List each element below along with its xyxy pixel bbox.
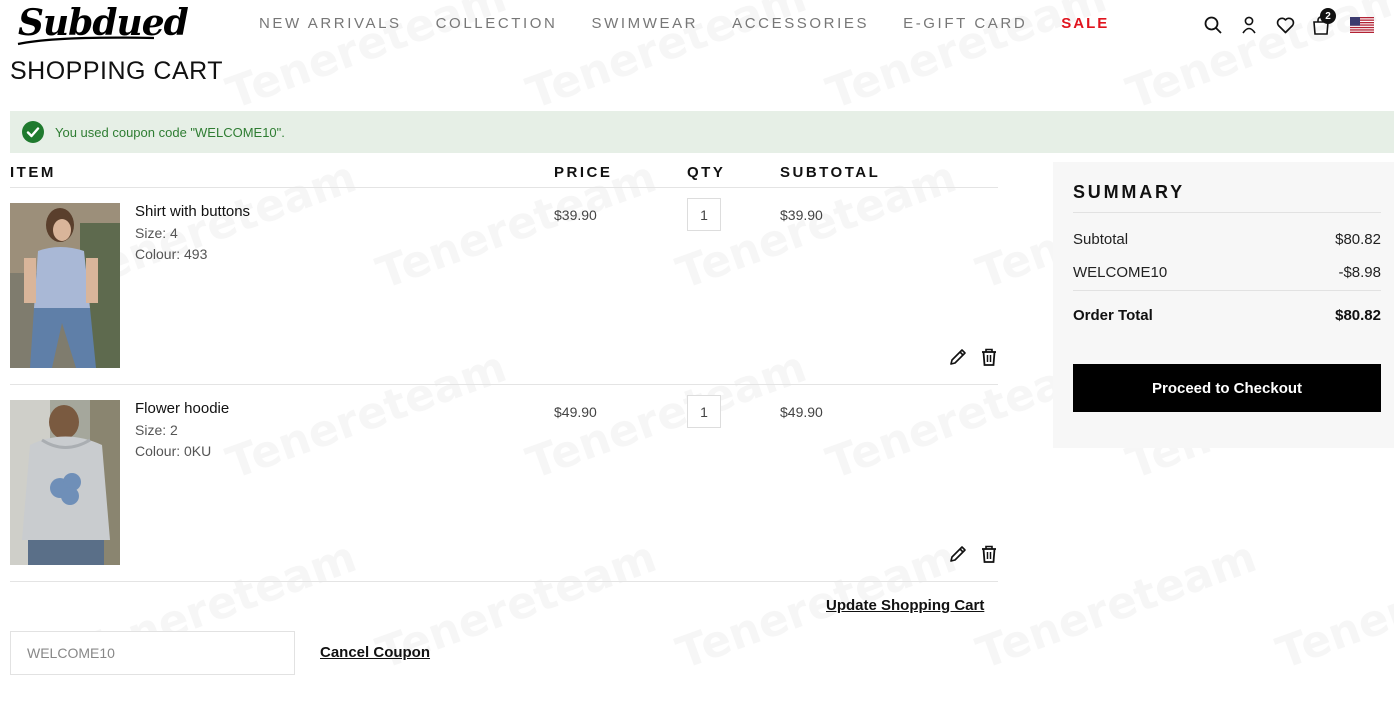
- cart-icon[interactable]: 2: [1308, 8, 1336, 38]
- delete-trash-icon[interactable]: [980, 544, 998, 564]
- main-nav: NEW ARRIVALS COLLECTION SWIMWEAR ACCESSO…: [259, 15, 1143, 32]
- cart-count-badge: 2: [1320, 8, 1336, 24]
- summary-subtotal-label: Subtotal: [1073, 231, 1129, 248]
- order-total-label: Order Total: [1073, 307, 1153, 324]
- cancel-coupon-button[interactable]: Cancel Coupon: [320, 644, 430, 661]
- summary-divider: [1073, 290, 1381, 291]
- cart-table: ITEM PRICE QTY SUBTOTAL Shirt with butto…: [10, 160, 998, 582]
- product-image-hoodie[interactable]: [10, 400, 120, 565]
- column-header-subtotal: SUBTOTAL: [780, 164, 881, 181]
- check-circle-icon: [22, 121, 44, 143]
- site-header: Subdued NEW ARRIVALS COLLECTION SWIMWEAR…: [0, 0, 1394, 50]
- product-size: Size: 2: [135, 422, 178, 438]
- nav-collection[interactable]: COLLECTION: [436, 15, 558, 32]
- us-flag-icon[interactable]: [1350, 17, 1374, 33]
- summary-subtotal-value: $80.82: [1335, 231, 1381, 248]
- table-header: ITEM PRICE QTY SUBTOTAL: [10, 160, 998, 188]
- order-total-value: $80.82: [1335, 307, 1381, 324]
- product-image-shirt[interactable]: [10, 203, 120, 368]
- watermark: Tenereteam: [970, 531, 1263, 679]
- product-subtotal: $49.90: [780, 404, 823, 420]
- message-text: You used coupon code "WELCOME10".: [55, 124, 285, 140]
- coupon-success-message: You used coupon code "WELCOME10".: [10, 111, 1394, 153]
- search-icon[interactable]: [1200, 12, 1226, 38]
- summary-discount-value: -$8.98: [1338, 264, 1381, 281]
- product-name[interactable]: Shirt with buttons: [135, 203, 250, 220]
- product-colour: Colour: 0KU: [135, 443, 212, 459]
- quantity-input[interactable]: [687, 198, 721, 231]
- column-header-qty: QTY: [687, 164, 726, 181]
- header-icons: 2: [1200, 8, 1374, 38]
- product-size: Size: 4: [135, 225, 178, 241]
- nav-swimwear[interactable]: SWIMWEAR: [591, 15, 698, 32]
- product-subtotal: $39.90: [780, 207, 823, 223]
- wishlist-icon[interactable]: [1272, 12, 1298, 38]
- logo-swash-icon: [17, 36, 155, 46]
- product-price: $39.90: [554, 207, 597, 223]
- summary-divider: [1073, 212, 1381, 213]
- product-colour: Colour: 493: [135, 246, 208, 262]
- summary-discount-label: WELCOME10: [1073, 264, 1168, 281]
- cart-item-row: Shirt with buttons Size: 4 Colour: 493 $…: [10, 188, 998, 385]
- coupon-code-input[interactable]: [10, 631, 295, 675]
- watermark: Tenereteam: [1270, 531, 1394, 679]
- column-header-item: ITEM: [10, 164, 56, 181]
- order-summary: SUMMARY Subtotal $80.82 WELCOME10 -$8.98…: [1053, 162, 1394, 448]
- edit-pencil-icon[interactable]: [948, 347, 968, 367]
- page-title: SHOPPING CART: [10, 57, 224, 85]
- update-cart-link[interactable]: Update Shopping Cart: [826, 597, 984, 614]
- nav-e-gift-card[interactable]: E-GIFT CARD: [903, 15, 1027, 32]
- nav-new-arrivals[interactable]: NEW ARRIVALS: [259, 15, 402, 32]
- product-price: $49.90: [554, 404, 597, 420]
- account-icon[interactable]: [1236, 12, 1262, 38]
- proceed-to-checkout-button[interactable]: Proceed to Checkout: [1073, 364, 1381, 412]
- nav-accessories[interactable]: ACCESSORIES: [732, 15, 869, 32]
- quantity-input[interactable]: [687, 395, 721, 428]
- cart-item-row: Flower hoodie Size: 2 Colour: 0KU $49.90…: [10, 385, 998, 582]
- delete-trash-icon[interactable]: [980, 347, 998, 367]
- summary-title: SUMMARY: [1073, 182, 1185, 202]
- product-name[interactable]: Flower hoodie: [135, 400, 229, 417]
- nav-sale[interactable]: SALE: [1061, 15, 1109, 32]
- column-header-price: PRICE: [554, 164, 613, 181]
- edit-pencil-icon[interactable]: [948, 544, 968, 564]
